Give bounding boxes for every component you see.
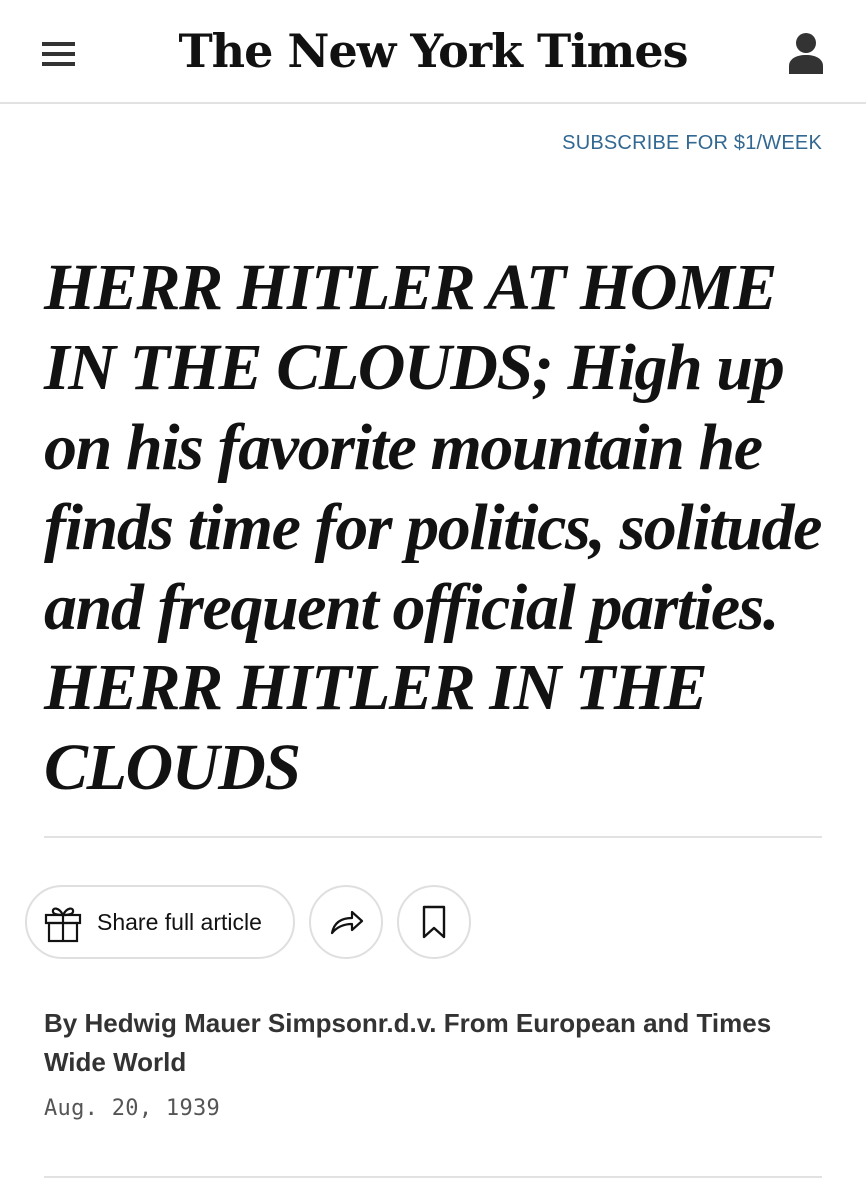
share-button[interactable]	[309, 885, 383, 959]
share-arrow-icon	[330, 910, 364, 935]
site-logo[interactable]: The New York Times	[0, 20, 866, 82]
divider	[44, 1176, 822, 1178]
bookmark-icon	[422, 905, 446, 939]
article-headline: HERR HITLER AT HOME IN THE CLOUDS; High …	[44, 251, 822, 804]
article-byline: By Hedwig Mauer Simpsonr.d.v. From Europ…	[44, 1008, 772, 1077]
save-article-button[interactable]	[397, 885, 471, 959]
user-account-icon[interactable]	[788, 30, 824, 76]
gift-icon	[44, 907, 82, 943]
subscribe-link[interactable]: SUBSCRIBE FOR $1/WEEK	[562, 132, 822, 155]
share-full-article-button[interactable]: Share full article	[25, 885, 295, 959]
share-full-article-label: Share full article	[97, 909, 262, 935]
divider	[44, 836, 822, 838]
top-navigation-bar: The New York Times	[0, 0, 866, 104]
publish-date: Aug. 20, 1939	[44, 1096, 221, 1121]
